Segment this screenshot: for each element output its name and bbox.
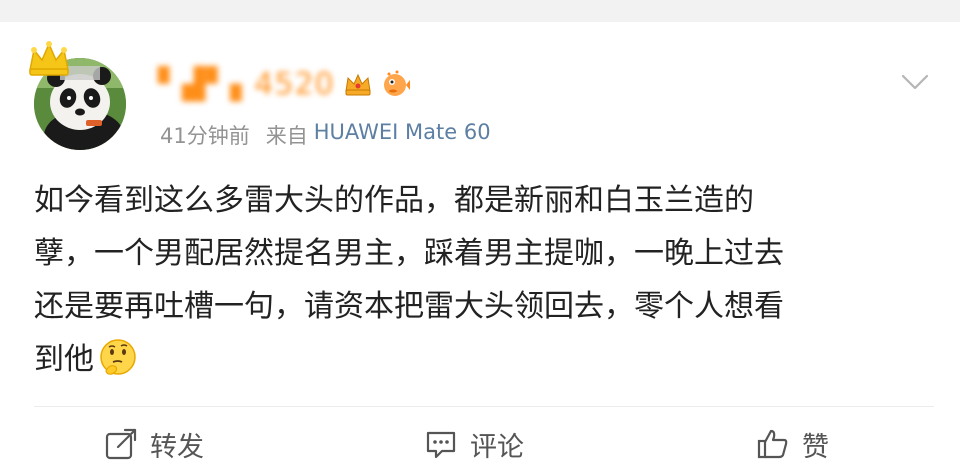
source-device-link[interactable]: HUAWEI Mate 60: [314, 120, 491, 150]
action-bar: 转发 评论 赞: [0, 422, 960, 466]
comment-button[interactable]: 评论: [424, 422, 524, 466]
pufferfish-badge-icon: [383, 70, 410, 96]
thumbs-up-icon: [757, 429, 788, 459]
comment-label: 评论: [470, 431, 524, 463]
username-row: ▘▟▘▖4520: [158, 64, 411, 104]
thinking-face-icon: [100, 339, 136, 375]
content-line: 还是要再吐槽一句，请资本把雷大头领回去，零个人想看: [34, 289, 784, 324]
post-meta: 41分钟前 来自 HUAWEI Mate 60: [160, 120, 491, 150]
crown-icon: [29, 41, 69, 76]
content-line: 孽，一个男配居然提名男主，踩着男主提咖，一晚上过去: [34, 236, 784, 271]
content-line: 到他: [34, 342, 94, 377]
divider: [34, 406, 934, 407]
weibo-post-card: ▘▟▘▖4520 41分钟前 来自 HUAWEI Mate 60 如今看到这么多…: [0, 22, 960, 463]
vip-crown-badge-icon: [345, 73, 371, 96]
post-time: 41分钟前: [160, 124, 250, 148]
post-content: 如今看到这么多雷大头的作品，都是新丽和白玉兰造的 孽，一个男配居然提名男主，踩着…: [34, 174, 934, 386]
post-source: 来自 HUAWEI Mate 60: [266, 120, 491, 150]
content-line: 如今看到这么多雷大头的作品，都是新丽和白玉兰造的: [34, 183, 754, 218]
chevron-down-icon[interactable]: [900, 72, 930, 92]
repost-label: 转发: [150, 431, 204, 463]
like-label: 赞: [802, 431, 829, 463]
like-button[interactable]: 赞: [756, 422, 829, 466]
comment-icon: [426, 431, 456, 459]
avatar[interactable]: [29, 41, 126, 150]
repost-icon: [105, 428, 137, 460]
source-prefix: 来自: [265, 124, 308, 148]
username[interactable]: ▘▟▘▖4520: [158, 67, 335, 102]
content-line-last: 到他: [34, 333, 934, 386]
top-separator-band: [0, 0, 960, 22]
repost-button[interactable]: 转发: [104, 422, 204, 466]
